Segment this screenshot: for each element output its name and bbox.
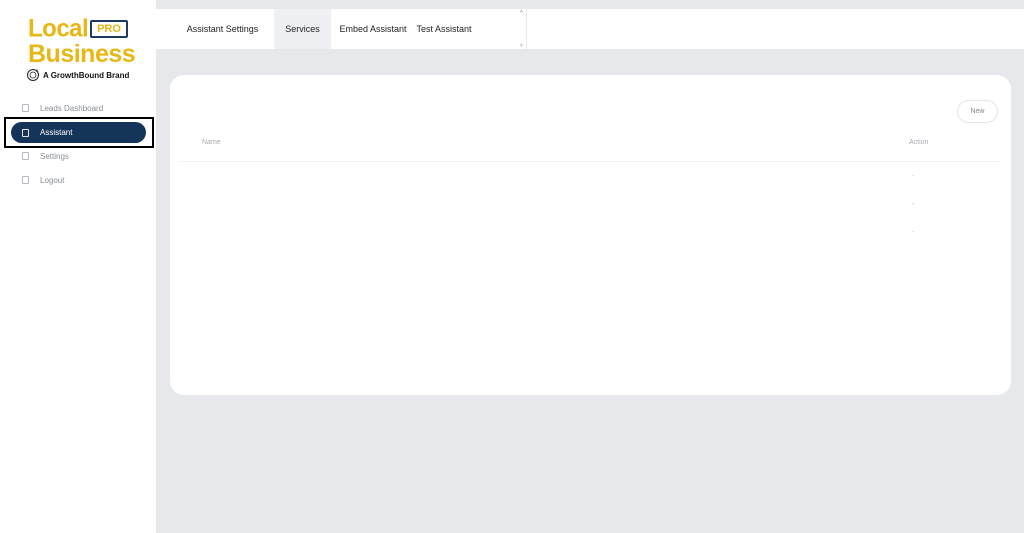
tab-services[interactable]: Services (274, 9, 331, 49)
table-row-action[interactable]: - (912, 229, 914, 236)
table-row-action[interactable]: - (912, 201, 914, 208)
chevron-up-icon[interactable]: ˄ (520, 9, 523, 15)
sidebar-item-label: Assistant (40, 128, 73, 137)
sidebar-item-assistant[interactable]: Assistant (11, 122, 146, 143)
tab-test-assistant[interactable]: Test Assistant (415, 9, 473, 49)
logo-local-text: Local (28, 14, 89, 43)
assistant-icon (22, 128, 29, 137)
logo-pro-badge: PRO (90, 20, 128, 38)
new-service-button[interactable]: New (957, 100, 998, 123)
table-header-divider (180, 161, 999, 162)
services-card: New Name Action - - - (170, 75, 1011, 395)
logo-tagline-row: $ A GrowthBound Brand (26, 68, 129, 82)
tab-assistant-settings[interactable]: Assistant Settings (171, 9, 274, 49)
tab-bar-filler (526, 9, 1024, 49)
table-row-action[interactable]: - (912, 173, 914, 180)
chevron-down-icon[interactable]: ˅ (520, 43, 523, 49)
logo-business-text: Business (28, 40, 136, 68)
settings-icon (22, 152, 29, 160)
svg-text:$: $ (36, 68, 39, 73)
growthbound-icon: $ (27, 68, 39, 81)
sidebar-item-settings[interactable]: Settings (0, 144, 156, 168)
brand-tagline: A GrowthBound Brand (43, 70, 130, 80)
logout-icon (22, 176, 29, 184)
tabs: Assistant Settings Services Embed Assist… (171, 9, 473, 49)
sidebar-item-label: Settings (40, 151, 69, 161)
dashboard-icon (22, 104, 29, 112)
tab-scroll-control[interactable]: ˄ ˅ (517, 9, 526, 49)
sidebar-item-label: Logout (40, 175, 65, 185)
brand-logo[interactable]: Local PRO Business $ A GrowthBound Brand (26, 14, 136, 84)
column-header-name: Name (202, 139, 221, 146)
tab-bar: Assistant Settings Services Embed Assist… (156, 9, 1024, 49)
sidebar: Local PRO Business $ A GrowthBound Brand… (0, 0, 156, 533)
sidebar-item-leads-dashboard[interactable]: Leads Dashboard (0, 96, 156, 120)
sidebar-item-label: Leads Dashboard (40, 103, 104, 113)
column-header-action: Action (909, 139, 929, 146)
sidebar-item-logout[interactable]: Logout (0, 168, 156, 192)
tab-embed-assistant[interactable]: Embed Assistant (331, 9, 415, 49)
